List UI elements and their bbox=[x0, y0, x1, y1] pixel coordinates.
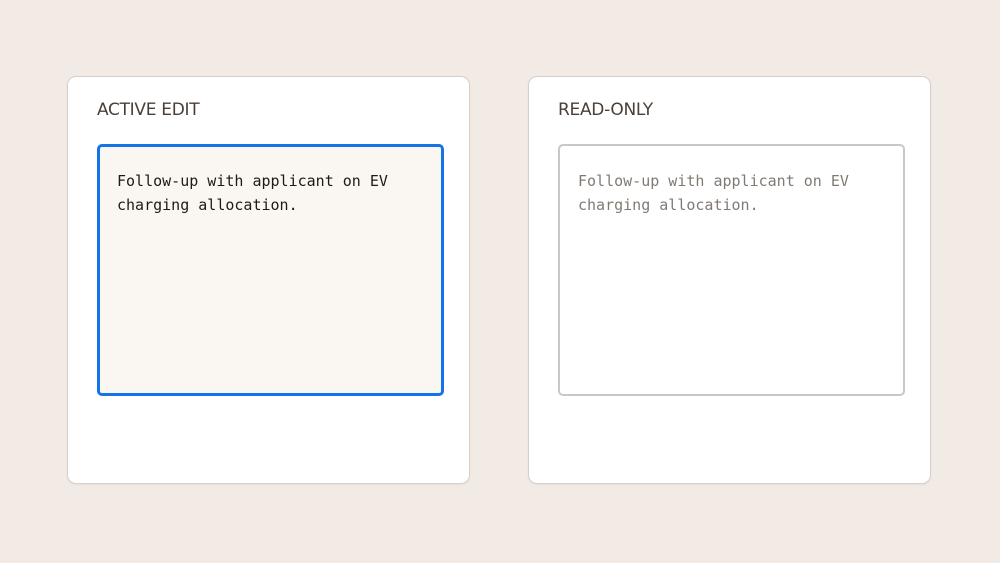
active-edit-title: ACTIVE EDIT bbox=[97, 100, 200, 120]
read-only-textarea: Follow-up with applicant on EV charging … bbox=[558, 144, 905, 396]
read-only-card: READ-ONLY Follow-up with applicant on EV… bbox=[528, 76, 931, 484]
active-edit-card: ACTIVE EDIT Follow-up with applicant on … bbox=[67, 76, 470, 484]
active-edit-textarea[interactable]: Follow-up with applicant on EV charging … bbox=[97, 144, 444, 396]
read-only-title: READ-ONLY bbox=[558, 100, 653, 120]
